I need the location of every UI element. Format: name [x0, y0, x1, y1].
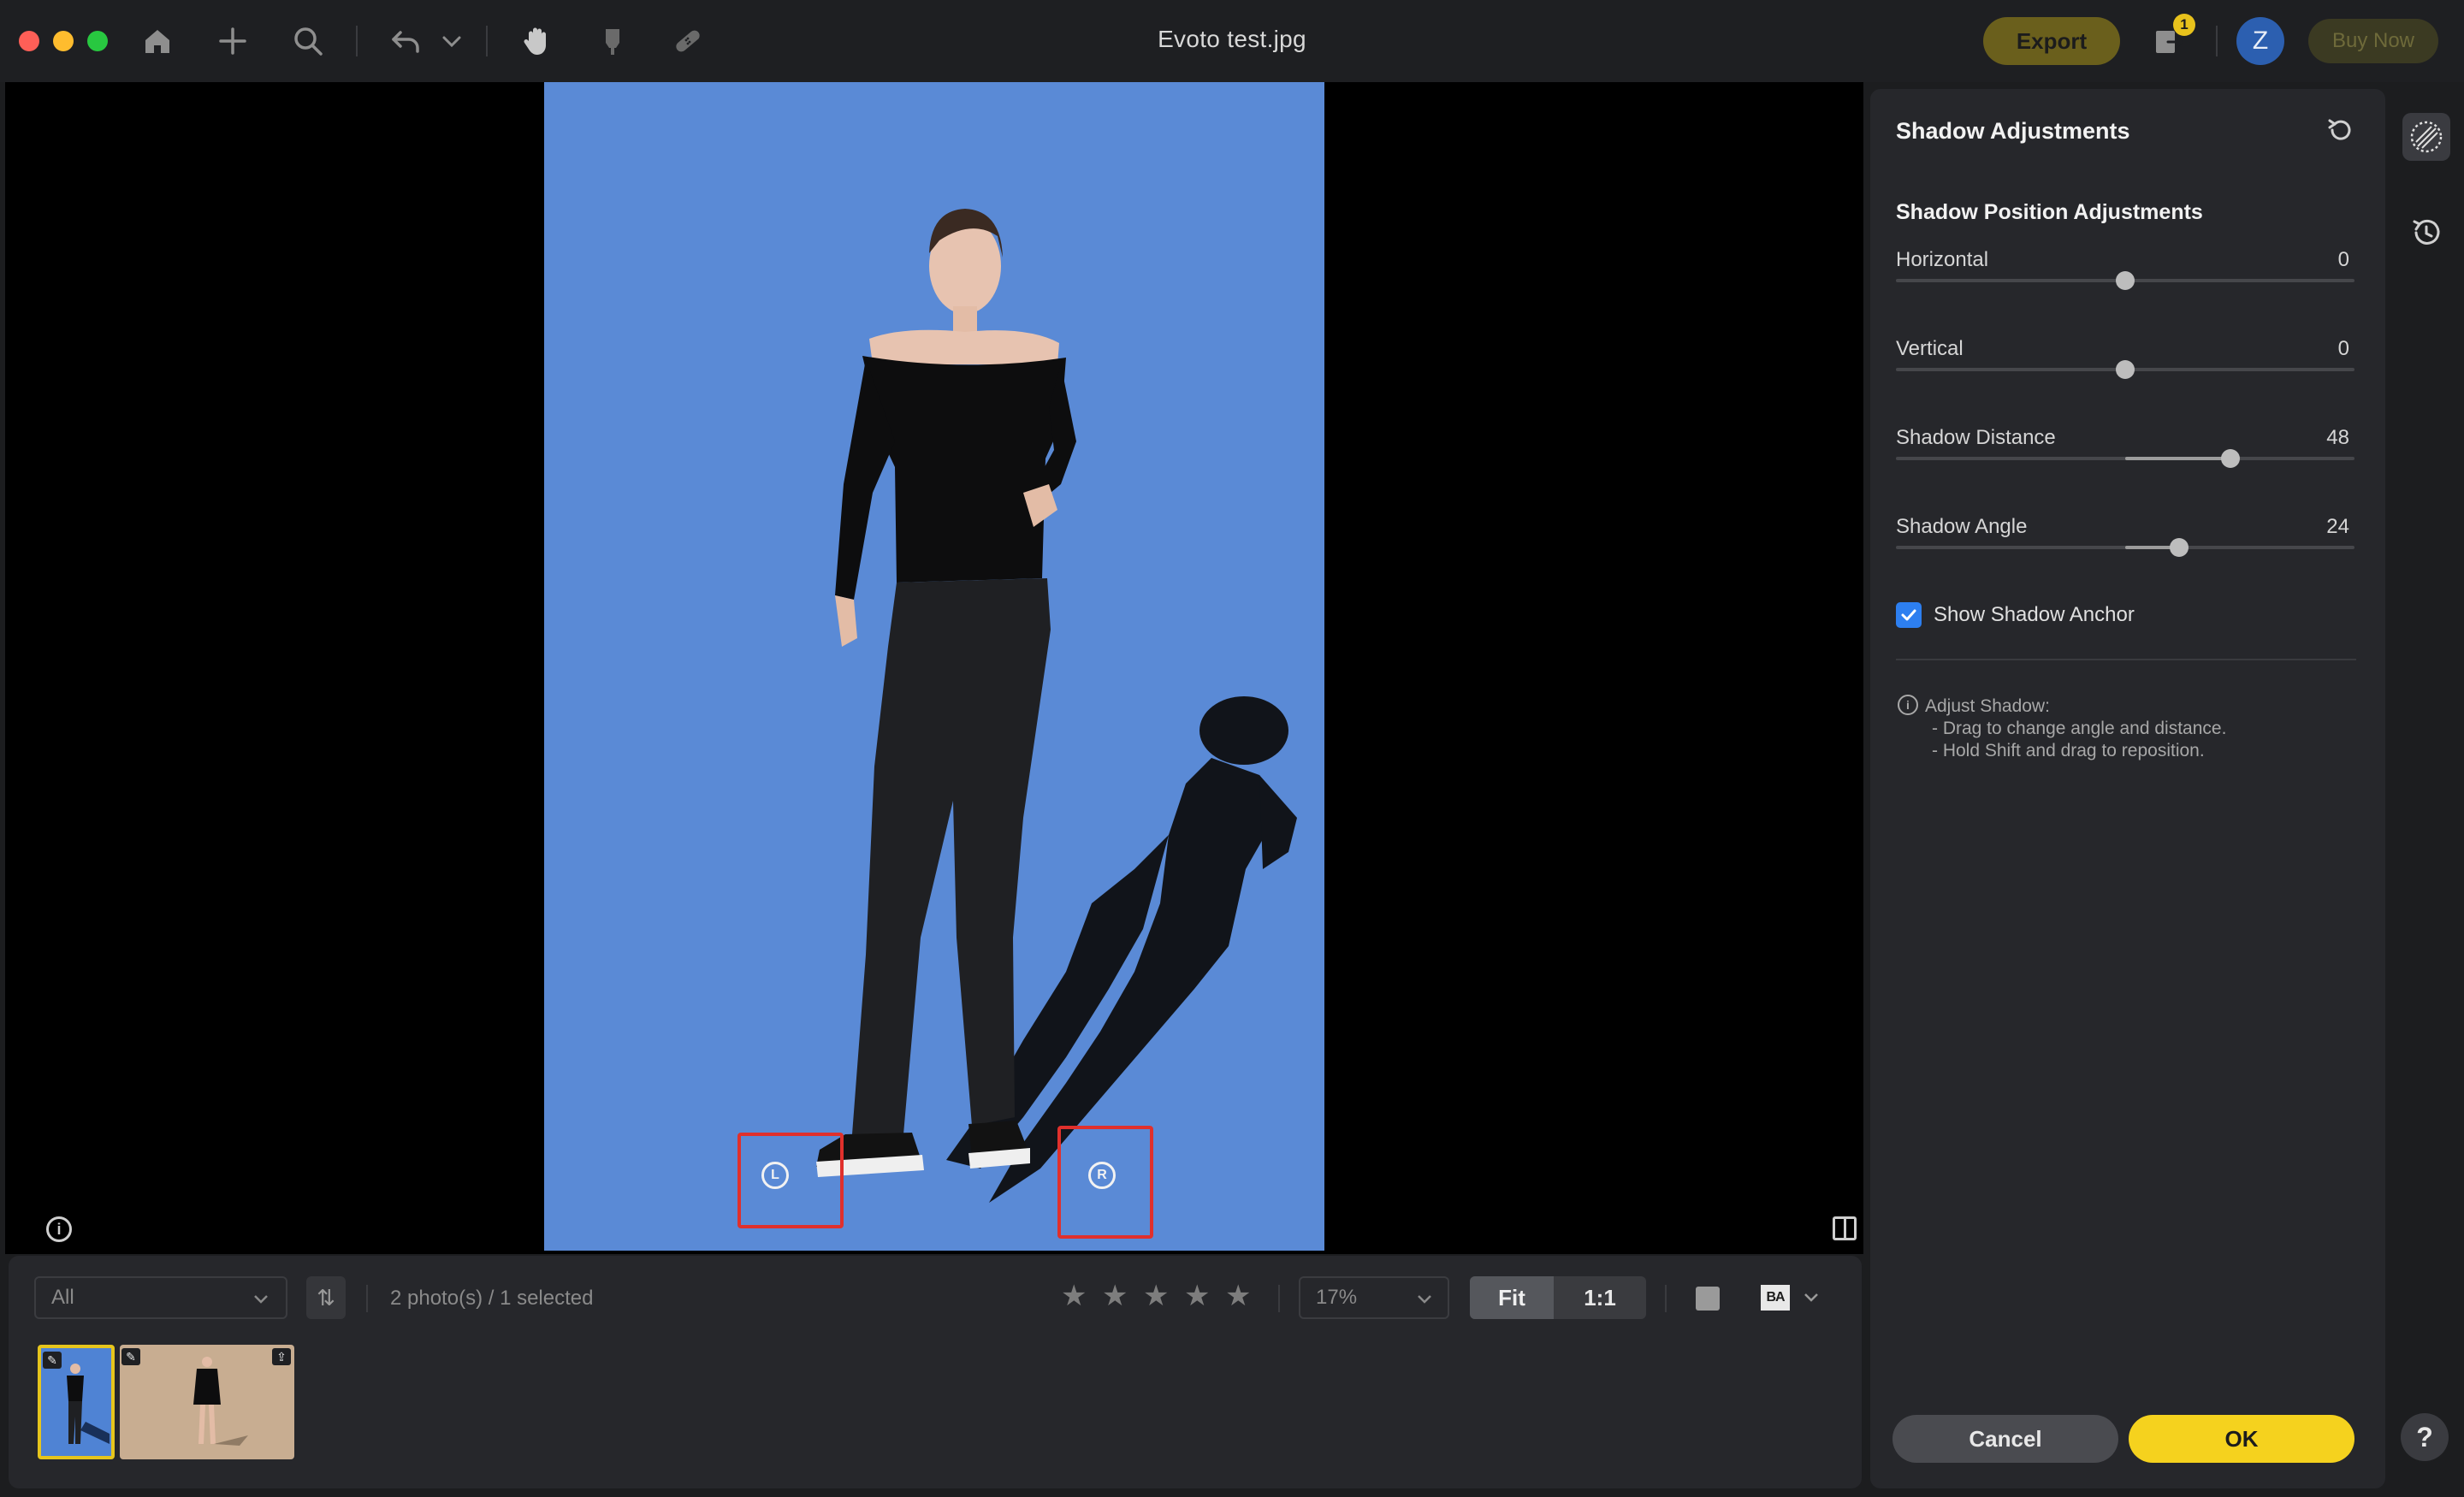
divider: [1896, 659, 2356, 660]
show-shadow-anchor-label: Show Shadow Anchor: [1934, 603, 2135, 626]
show-shadow-anchor-row[interactable]: Show Shadow Anchor: [1896, 601, 2135, 630]
hint-line: - Drag to change angle and distance.: [1932, 719, 2227, 738]
show-shadow-anchor-checkbox[interactable]: [1896, 602, 1922, 628]
buy-now-button[interactable]: Buy Now: [2308, 19, 2438, 63]
help-button[interactable]: ?: [2401, 1413, 2449, 1461]
slider-label: Vertical: [1896, 337, 1964, 360]
chevron-down-icon[interactable]: [1802, 1288, 1821, 1307]
section-title: Shadow Position Adjustments: [1896, 200, 2203, 224]
checkmark-icon: [1901, 609, 1916, 621]
zoom-mode-group: Fit 1:1: [1470, 1276, 1646, 1319]
info-icon: i: [1898, 695, 1918, 715]
sort-button[interactable]: ⇅: [306, 1276, 346, 1319]
slider-value: 0: [2337, 248, 2349, 271]
slider-handle[interactable]: [2116, 360, 2135, 379]
left-shadow-anchor[interactable]: L: [761, 1162, 789, 1189]
rating-star-2[interactable]: ★: [1102, 1281, 1128, 1311]
right-shadow-anchor[interactable]: R: [1088, 1162, 1116, 1189]
avatar[interactable]: Z: [2236, 17, 2284, 65]
filmstrip-panel: All ⇅ 2 photo(s) / 1 selected ★ ★ ★ ★ ★ …: [9, 1256, 1862, 1488]
reset-icon[interactable]: [2324, 113, 2358, 147]
vertical-slider[interactable]: Vertical 0: [1896, 337, 2354, 405]
model-photo: [816, 209, 1297, 1203]
info-icon[interactable]: i: [46, 1216, 72, 1242]
photo-filter-value: All: [51, 1286, 74, 1309]
slider-label: Shadow Angle: [1896, 515, 2028, 538]
slider-fill: [2125, 457, 2230, 460]
slider-value: 24: [2326, 515, 2349, 538]
slider-value: 0: [2337, 337, 2349, 360]
photo-preview[interactable]: L R: [544, 82, 1324, 1251]
panel-title: Shadow Adjustments: [1896, 118, 2130, 144]
ok-button[interactable]: OK: [2129, 1415, 2354, 1463]
hint-line: Adjust Shadow:: [1925, 696, 2050, 716]
slider-value: 48: [2326, 426, 2349, 449]
photo-filter-select[interactable]: All: [34, 1276, 287, 1319]
thumbnail-2[interactable]: ✎ ⇪: [120, 1345, 294, 1459]
chevron-down-icon: [1418, 1295, 1431, 1304]
slider-handle[interactable]: [2221, 449, 2240, 468]
rating-star-1[interactable]: ★: [1061, 1281, 1087, 1311]
rating-star-4[interactable]: ★: [1184, 1281, 1210, 1311]
thumbnail-image: [193, 1357, 248, 1446]
background-toggle-icon[interactable]: [1696, 1287, 1720, 1311]
slider-handle[interactable]: [2170, 538, 2189, 557]
shadow-distance-slider[interactable]: Shadow Distance 48: [1896, 426, 2354, 494]
zoom-select[interactable]: 17%: [1299, 1276, 1449, 1319]
before-after-button[interactable]: BA: [1761, 1285, 1790, 1311]
notification-badge: 1: [2173, 14, 2195, 36]
edited-pencil-icon: ✎: [121, 1348, 140, 1365]
shadow-tool-icon[interactable]: [2402, 113, 2450, 161]
fit-button[interactable]: Fit: [1470, 1276, 1554, 1319]
hint-line: - Hold Shift and drag to reposition.: [1932, 741, 2205, 760]
zoom-value: 17%: [1316, 1286, 1358, 1309]
edited-pencil-icon: ✎: [43, 1352, 62, 1369]
rating-star-5[interactable]: ★: [1225, 1281, 1251, 1311]
thumbnail-1[interactable]: ✎: [38, 1345, 115, 1459]
cancel-button[interactable]: Cancel: [1892, 1415, 2118, 1463]
image-canvas[interactable]: L R i: [5, 82, 1863, 1254]
export-status-icon: ⇪: [272, 1348, 291, 1365]
shadow-adjustments-panel: Shadow Adjustments Shadow Position Adjus…: [1870, 89, 2385, 1488]
shadow-angle-slider[interactable]: Shadow Angle 24: [1896, 515, 2354, 583]
title-bar: Evoto test.jpg Export 1 Z Buy Now: [0, 0, 2464, 82]
slider-label: Shadow Distance: [1896, 426, 2056, 449]
slider-label: Horizontal: [1896, 248, 1989, 271]
export-button[interactable]: Export: [1983, 17, 2120, 65]
split-view-icon[interactable]: [1833, 1216, 1857, 1240]
horizontal-slider[interactable]: Horizontal 0: [1896, 248, 2354, 317]
one-to-one-button[interactable]: 1:1: [1554, 1276, 1646, 1319]
chevron-down-icon: [254, 1295, 268, 1304]
history-icon[interactable]: [2402, 209, 2450, 257]
photo-count-label: 2 photo(s) / 1 selected: [390, 1287, 594, 1310]
left-anchor-highlight: [737, 1133, 844, 1228]
rating-star-3[interactable]: ★: [1143, 1281, 1169, 1311]
slider-handle[interactable]: [2116, 271, 2135, 290]
